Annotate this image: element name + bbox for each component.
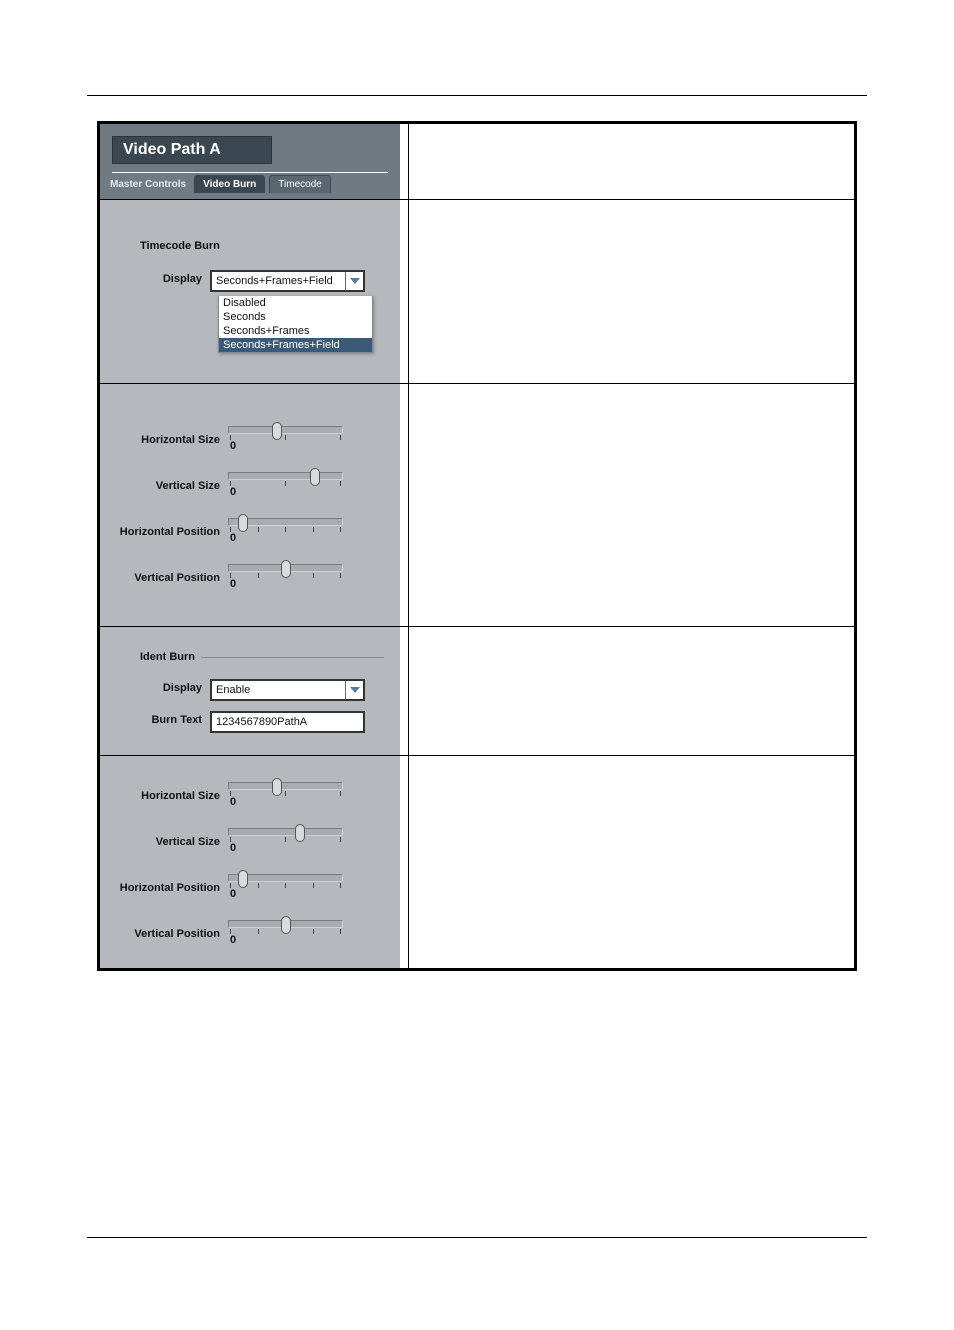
hpos-value-2: 0: [230, 888, 343, 900]
header-panel: Video Path A Master Controls Video Burn …: [100, 124, 400, 199]
vpos-thumb-1[interactable]: [281, 560, 291, 578]
vsize-value-1: 0: [230, 486, 343, 498]
option-seconds-frames[interactable]: Seconds+Frames: [219, 324, 372, 338]
tab-timecode[interactable]: Timecode: [269, 175, 331, 193]
hsize-thumb-1[interactable]: [272, 422, 282, 440]
vpos-label-1: Vertical Position: [110, 562, 228, 584]
vpos-slider-2[interactable]: [228, 920, 343, 928]
hsize-slider-1[interactable]: [228, 426, 343, 434]
vpos-thumb-2[interactable]: [281, 916, 291, 934]
vpos-slider-1[interactable]: [228, 564, 343, 572]
hsize-row-1: Horizontal Size 0: [110, 424, 390, 452]
desc-cell-4: [408, 627, 855, 756]
hpos-slider-2[interactable]: [228, 874, 343, 882]
option-seconds-frames-field[interactable]: Seconds+Frames+Field: [219, 338, 372, 352]
title-underline: [112, 172, 388, 173]
desc-cell-1: [408, 123, 855, 200]
panel-title-block: Video Path A: [112, 136, 272, 164]
hpos-row-2: Horizontal Position 0: [110, 872, 390, 900]
display-dropdown-options: Disabled Seconds Seconds+Frames Seconds+…: [218, 296, 373, 353]
hpos-row-1: Horizontal Position 0: [110, 516, 390, 544]
hpos-value-1: 0: [230, 532, 343, 544]
hpos-slider-1[interactable]: [228, 518, 343, 526]
desc-cell-3: [408, 384, 855, 627]
ident-burn-heading: Ident Burn: [110, 651, 201, 663]
vsize-row-2: Vertical Size 0: [110, 826, 390, 854]
ident-burn-panel: Ident Burn Display Enable Burn Text 1234…: [100, 627, 400, 755]
vsize-thumb-2[interactable]: [295, 824, 305, 842]
vpos-value-2: 0: [230, 934, 343, 946]
vpos-value-1: 0: [230, 578, 343, 590]
chevron-down-icon: [345, 681, 363, 699]
option-disabled[interactable]: Disabled: [219, 296, 372, 310]
ident-size-position-panel: Horizontal Size 0 Vertical Size 0 Horizo…: [100, 756, 400, 968]
vpos-row-1: Vertical Position 0: [110, 562, 390, 590]
tab-video-burn[interactable]: Video Burn: [194, 175, 265, 193]
ident-display-label: Display: [110, 679, 210, 694]
vpos-label-2: Vertical Position: [110, 918, 228, 940]
burn-text-label: Burn Text: [110, 711, 210, 726]
page-rule-bottom: [87, 1237, 867, 1238]
timecode-size-position-panel: Horizontal Size 0 Vertical Size 0 Horizo…: [100, 384, 400, 626]
ident-burn-rule: [201, 657, 384, 658]
page-rule-top: [87, 95, 867, 96]
tab-master-controls[interactable]: Master Controls: [106, 176, 190, 193]
vsize-thumb-1[interactable]: [310, 468, 320, 486]
hsize-thumb-2[interactable]: [272, 778, 282, 796]
tab-row: Master Controls Video Burn Timecode: [100, 175, 400, 193]
desc-cell-2: [408, 200, 855, 384]
vsize-label-1: Vertical Size: [110, 470, 228, 492]
timecode-burn-heading: Timecode Burn: [140, 240, 390, 252]
display-select[interactable]: Seconds+Frames+Field: [210, 270, 365, 292]
hsize-value-2: 0: [230, 796, 343, 808]
display-label: Display: [110, 270, 210, 285]
vsize-slider-1[interactable]: [228, 472, 343, 480]
hpos-thumb-2[interactable]: [238, 870, 248, 888]
timecode-burn-panel: Timecode Burn Display Seconds+Frames+Fie…: [100, 200, 400, 383]
hsize-label-2: Horizontal Size: [110, 780, 228, 802]
panel-title: Video Path A: [123, 141, 221, 158]
option-seconds[interactable]: Seconds: [219, 310, 372, 324]
content-table: Video Path A Master Controls Video Burn …: [97, 121, 857, 971]
vsize-slider-2[interactable]: [228, 828, 343, 836]
hpos-label-1: Horizontal Position: [110, 516, 228, 538]
ident-burn-header: Ident Burn: [110, 651, 390, 663]
vpos-row-2: Vertical Position 0: [110, 918, 390, 946]
hpos-label-2: Horizontal Position: [110, 872, 228, 894]
display-selected-value: Seconds+Frames+Field: [216, 275, 333, 287]
ident-display-select[interactable]: Enable: [210, 679, 365, 701]
hsize-value-1: 0: [230, 440, 343, 452]
hsize-row-2: Horizontal Size 0: [110, 780, 390, 808]
desc-cell-5: [408, 756, 855, 970]
burn-text-input[interactable]: 1234567890PathA: [210, 711, 365, 733]
ident-display-value: Enable: [216, 684, 250, 696]
vsize-row-1: Vertical Size 0: [110, 470, 390, 498]
burn-text-value: 1234567890PathA: [216, 716, 307, 728]
vsize-label-2: Vertical Size: [110, 826, 228, 848]
hsize-slider-2[interactable]: [228, 782, 343, 790]
hsize-label-1: Horizontal Size: [110, 424, 228, 446]
hpos-thumb-1[interactable]: [238, 514, 248, 532]
chevron-down-icon: [345, 272, 363, 290]
vsize-value-2: 0: [230, 842, 343, 854]
